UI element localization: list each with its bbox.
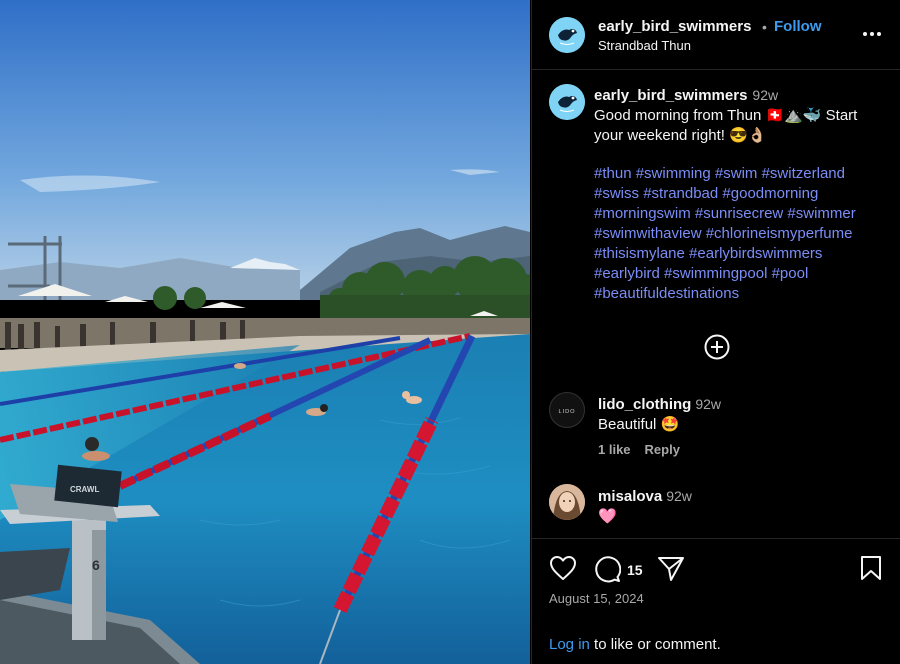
commenter-avatar[interactable]: LIDO: [549, 392, 585, 428]
send-icon[interactable]: [657, 556, 685, 582]
post-header: early_bird_swimmers • Follow Strandbad T…: [532, 0, 900, 70]
block-sign-text: CRAWL: [70, 485, 99, 494]
comment-meta: 1 like Reply: [598, 442, 694, 457]
bookmark-icon[interactable]: [859, 555, 883, 581]
comment-time: 92w: [695, 396, 722, 412]
caption-avatar[interactable]: [549, 84, 585, 120]
hashtag-list: #thun #swimming #swim #switzerland #swis…: [594, 164, 894, 304]
author-avatar[interactable]: [549, 17, 585, 53]
hashtag[interactable]: #sunrisecrew: [695, 205, 783, 222]
post-location[interactable]: Strandbad Thun: [598, 38, 691, 53]
comment-count: 15: [627, 562, 643, 578]
commenter-avatar[interactable]: [549, 484, 585, 520]
reply-button[interactable]: Reply: [645, 442, 680, 457]
comment-username[interactable]: lido_clothing: [598, 396, 691, 413]
hashtag[interactable]: #earlybirdswimmers: [689, 245, 822, 262]
author-username[interactable]: early_bird_swimmers: [598, 18, 751, 35]
svg-text:LIDO: LIDO: [559, 409, 576, 415]
hashtag[interactable]: #earlybird: [594, 265, 660, 282]
hashtag[interactable]: #thisismylane: [594, 245, 685, 262]
login-prompt-text: to like or comment.: [589, 636, 721, 653]
comment-bubble-icon[interactable]: [593, 555, 621, 583]
hashtag[interactable]: #morningswim: [594, 205, 691, 222]
caption-line-2: your weekend right! 😎👌🏼: [594, 127, 767, 144]
login-link[interactable]: Log in: [549, 636, 590, 653]
hashtag[interactable]: #swimming: [636, 165, 711, 182]
caption-username[interactable]: early_bird_swimmers: [594, 87, 747, 104]
comment-likes[interactable]: 1 like: [598, 442, 631, 457]
comment-body: 🩷: [598, 508, 617, 525]
bird-logo-icon: [549, 84, 585, 120]
comment-time: 92w: [666, 488, 692, 504]
comment-body: Beautiful 🤩: [598, 416, 680, 433]
hashtag[interactable]: #swimwithaview: [594, 225, 702, 242]
follow-button[interactable]: Follow: [774, 18, 822, 35]
caption-text: early_bird_swimmers 92w Good morning from…: [594, 85, 889, 146]
caption-time: 92w: [752, 87, 779, 103]
hashtag[interactable]: #beautifuldestinations: [594, 285, 739, 302]
heart-icon[interactable]: [549, 555, 577, 581]
more-options-icon[interactable]: [861, 22, 883, 46]
hashtag[interactable]: #chlorineismyperfume: [706, 225, 853, 242]
post-side-panel: early_bird_swimmers • Follow Strandbad T…: [531, 0, 900, 664]
hashtag[interactable]: #swiss: [594, 185, 639, 202]
hashtag[interactable]: #swimmer: [787, 205, 855, 222]
post-date: August 15, 2024: [549, 591, 644, 606]
caption-line-1: Good morning from Thun 🇨🇭⛰️🐳 Start: [594, 107, 858, 124]
hashtag[interactable]: #swimmingpool: [664, 265, 767, 282]
block-number: 6: [92, 557, 100, 573]
comment-text: lido_clothing 92w Beautiful 🤩: [598, 394, 721, 435]
post-photo[interactable]: CRAWL 6: [0, 0, 530, 664]
comment-text: misalova 92w 🩷: [598, 486, 692, 527]
profile-photo: [549, 484, 585, 520]
pool-photo-illustration: CRAWL 6: [0, 0, 530, 664]
hashtag[interactable]: #strandbad: [643, 185, 718, 202]
login-prompt: Log in to like or comment.: [549, 636, 721, 653]
plus-circle-icon[interactable]: [704, 334, 730, 360]
hashtag[interactable]: #switzerland: [762, 165, 845, 182]
hashtag[interactable]: #goodmorning: [722, 185, 818, 202]
action-bar: 15 August 15, 2024 Log in to like or com…: [532, 538, 900, 664]
hashtag[interactable]: #thun: [594, 165, 632, 182]
hashtag[interactable]: #pool: [772, 265, 809, 282]
lido-logo: LIDO: [559, 409, 576, 415]
comment-username[interactable]: misalova: [598, 488, 662, 505]
bird-logo-icon: [549, 17, 585, 53]
header-separator: •: [762, 19, 767, 35]
hashtag[interactable]: #swim: [715, 165, 758, 182]
